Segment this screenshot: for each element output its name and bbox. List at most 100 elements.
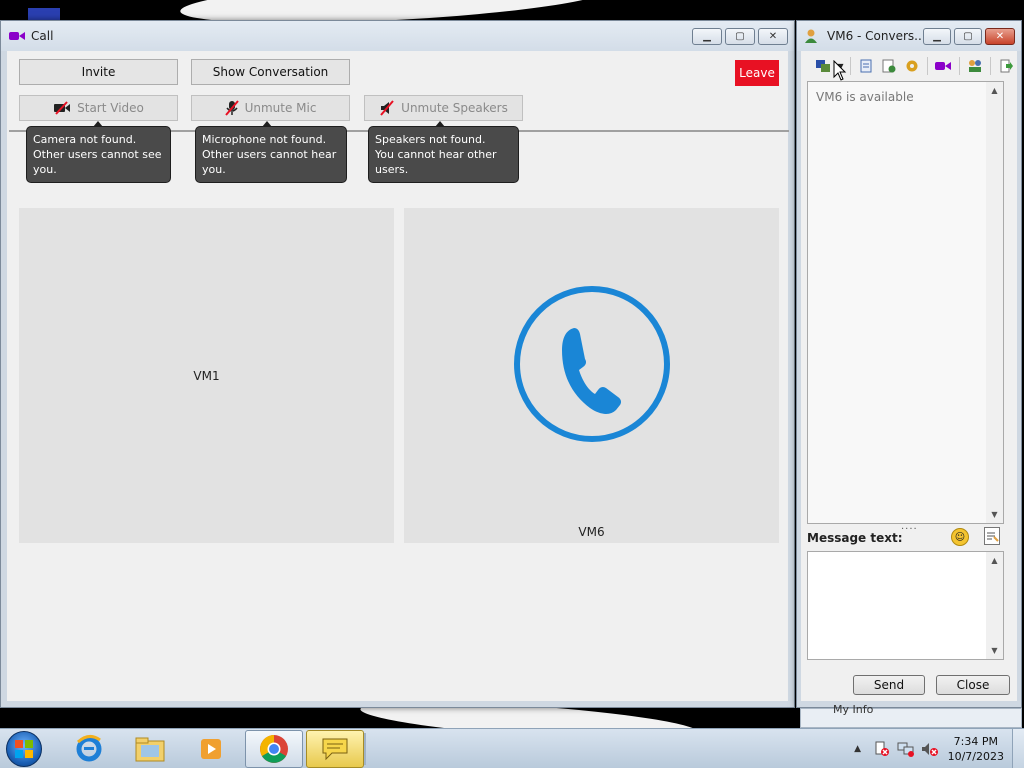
file-explorer-icon[interactable] <box>121 730 179 768</box>
leave-button[interactable]: Leave <box>735 60 779 86</box>
camera-tooltip-line2: Other users cannot see you. <box>33 148 162 176</box>
my-info-label: My Info <box>833 703 874 716</box>
mouse-cursor <box>833 59 847 85</box>
start-video-button[interactable]: Start Video <box>19 95 178 121</box>
toolbar-separator <box>990 57 992 75</box>
taskbar-divider <box>364 733 366 765</box>
close-label: Close <box>956 678 990 692</box>
mic-muted-icon <box>224 100 239 116</box>
show-desktop-button[interactable] <box>1012 729 1024 768</box>
desktop-icon[interactable] <box>28 8 60 20</box>
local-video-tile: VM1 <box>19 208 394 543</box>
internet-explorer-icon[interactable] <box>60 730 118 768</box>
remote-participant-name: VM6 <box>578 525 605 539</box>
resize-grip[interactable]: .... <box>901 521 918 532</box>
conversation-titlebar[interactable]: VM6 - Convers... ▁ ▢ ✕ <box>797 21 1021 51</box>
format-text-icon[interactable] <box>984 527 1000 545</box>
microphone-tooltip-line2: Other users cannot hear you. <box>202 148 337 176</box>
minimize-icon: ▁ <box>703 30 711 42</box>
speakers-tooltip: Speakers not found. You cannot hear othe… <box>368 121 519 183</box>
unmute-mic-label: Unmute Mic <box>244 101 317 115</box>
leave-label: Leave <box>739 66 775 80</box>
volume-muted-icon[interactable] <box>920 739 940 759</box>
scroll-down-icon[interactable]: ▼ <box>986 506 1003 523</box>
toolbar-separator <box>958 57 960 75</box>
info-icon[interactable] <box>879 56 900 76</box>
invite-label: Invite <box>81 65 116 79</box>
close-button[interactable]: ✕ <box>758 28 788 45</box>
clock-date: 10/7/2023 <box>947 750 1004 763</box>
conversation-window: VM6 - Convers... ▁ ▢ ✕ ▼ VM6 is availabl… <box>796 20 1022 708</box>
clock[interactable]: 7:34 PM 10/7/2023 <box>948 734 1004 764</box>
local-participant-name: VM1 <box>193 369 220 383</box>
windows-logo-icon <box>15 740 33 758</box>
speakers-tooltip-line1: Speakers not found. <box>375 133 486 146</box>
scroll-up-icon[interactable]: ▲ <box>986 552 1003 569</box>
emoticon-icon[interactable]: ☺ <box>951 528 969 546</box>
system-tray: ▲ 7:34 PM 10/7/2023 <box>846 729 1024 768</box>
conversation-history[interactable]: VM6 is available ▲ ▼ <box>807 81 1004 524</box>
history-icon[interactable] <box>856 56 877 76</box>
show-conversation-label: Show Conversation <box>212 65 329 79</box>
show-conversation-button[interactable]: Show Conversation <box>191 59 350 85</box>
toolbar-separator <box>927 57 929 75</box>
status-message: VM6 is available <box>816 90 914 104</box>
phone-icon <box>512 284 672 444</box>
invite-button[interactable]: Invite <box>19 59 178 85</box>
chat-app-icon[interactable] <box>306 730 364 768</box>
conv-minimize-button[interactable]: ▁ <box>923 28 951 45</box>
add-users-icon[interactable] <box>965 56 986 76</box>
unmute-speakers-button[interactable]: Unmute Speakers <box>364 95 523 121</box>
clock-time: 7:34 PM <box>953 735 998 748</box>
network-icon[interactable] <box>896 739 916 759</box>
start-button[interactable] <box>6 731 42 767</box>
send-button[interactable]: Send <box>853 675 925 695</box>
media-player-icon[interactable] <box>182 730 240 768</box>
message-text-label: Message text: <box>807 531 903 545</box>
remote-video-tile: VM6 <box>404 208 779 543</box>
call-body: Invite Show Conversation Leave Start Vid… <box>7 51 789 701</box>
microphone-tooltip-line1: Microphone not found. <box>202 133 327 146</box>
close-icon: ✕ <box>768 30 778 42</box>
scroll-down-icon[interactable]: ▼ <box>986 642 1003 659</box>
background-window-strip: My Info <box>800 703 1022 728</box>
close-conversation-button[interactable]: Close <box>936 675 1010 695</box>
start-video-label: Start Video <box>77 101 144 115</box>
toolbar-separator <box>850 57 852 75</box>
conv-maximize-button[interactable]: ▢ <box>954 28 982 45</box>
contacts-icon[interactable] <box>813 56 834 76</box>
unmute-speakers-label: Unmute Speakers <box>401 101 508 115</box>
scroll-up-icon[interactable]: ▲ <box>986 82 1003 99</box>
video-camera-icon <box>9 30 25 42</box>
message-scrollbar[interactable]: ▲ ▼ <box>986 552 1003 659</box>
close-icon: ✕ <box>995 30 1005 42</box>
minimize-button[interactable]: ▁ <box>692 28 722 45</box>
settings-icon[interactable] <box>901 56 922 76</box>
show-hidden-icon[interactable]: ▲ <box>848 739 868 759</box>
maximize-icon: ▢ <box>963 30 973 42</box>
exit-icon[interactable] <box>996 56 1017 76</box>
speaker-muted-icon <box>379 100 395 116</box>
camera-tooltip-line1: Camera not found. <box>33 133 137 146</box>
call-titlebar[interactable]: Call ▁ ▢ ✕ <box>1 21 794 51</box>
history-scrollbar[interactable]: ▲ ▼ <box>986 82 1003 523</box>
unmute-mic-button[interactable]: Unmute Mic <box>191 95 350 121</box>
minimize-icon: ▁ <box>933 30 941 42</box>
video-icon[interactable] <box>933 56 954 76</box>
maximize-icon: ▢ <box>735 30 745 42</box>
speakers-tooltip-line2: You cannot hear other users. <box>375 148 497 176</box>
user-icon <box>805 29 821 43</box>
call-window: Call ▁ ▢ ✕ Invite Show Conversation Leav… <box>0 20 795 708</box>
conversation-title: VM6 - Convers... <box>827 29 926 43</box>
video-off-icon <box>53 101 71 115</box>
conv-close-button[interactable]: ✕ <box>985 28 1015 45</box>
taskbar: ▲ 7:34 PM 10/7/2023 <box>0 728 1024 768</box>
camera-tooltip: Camera not found. Other users cannot see… <box>26 121 171 183</box>
message-input[interactable]: ▲ ▼ <box>807 551 1004 660</box>
maximize-button[interactable]: ▢ <box>725 28 755 45</box>
chrome-icon[interactable] <box>245 730 303 768</box>
conversation-body: ▼ VM6 is available ▲ ▼ .... Message text… <box>801 51 1017 701</box>
call-title: Call <box>31 29 54 43</box>
action-center-icon[interactable] <box>872 739 892 759</box>
microphone-tooltip: Microphone not found. Other users cannot… <box>195 121 347 183</box>
